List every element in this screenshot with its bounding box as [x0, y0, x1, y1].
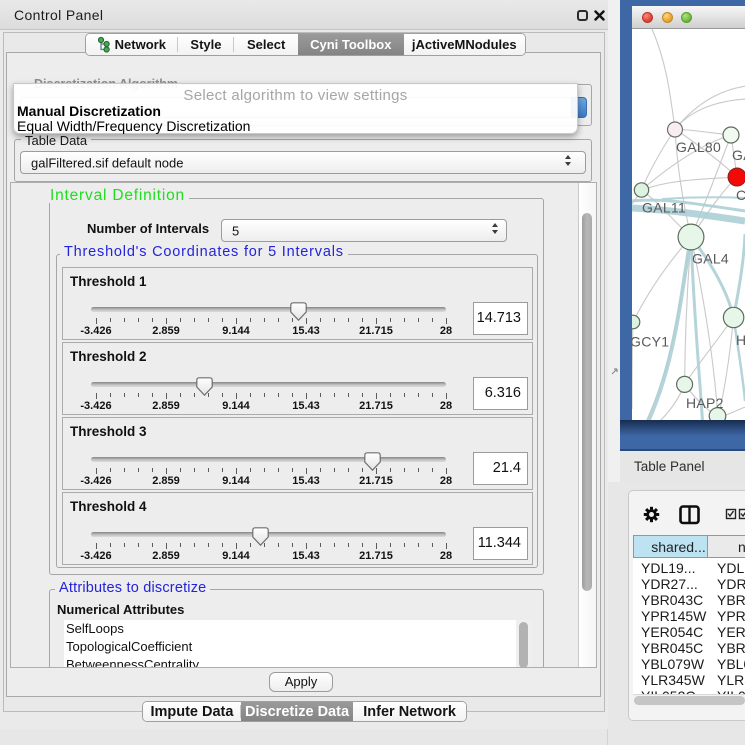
svg-text:GAL7: GAL7 [732, 147, 745, 163]
svg-text:C: C [736, 187, 745, 203]
svg-text:H: H [736, 332, 745, 348]
svg-text:GAL4: GAL4 [692, 251, 729, 267]
svg-text:GCY1: GCY1 [632, 334, 669, 350]
svg-text:GAL11: GAL11 [642, 200, 686, 216]
svg-text:HAP2: HAP2 [686, 395, 724, 411]
svg-text:GAL80: GAL80 [676, 139, 721, 155]
